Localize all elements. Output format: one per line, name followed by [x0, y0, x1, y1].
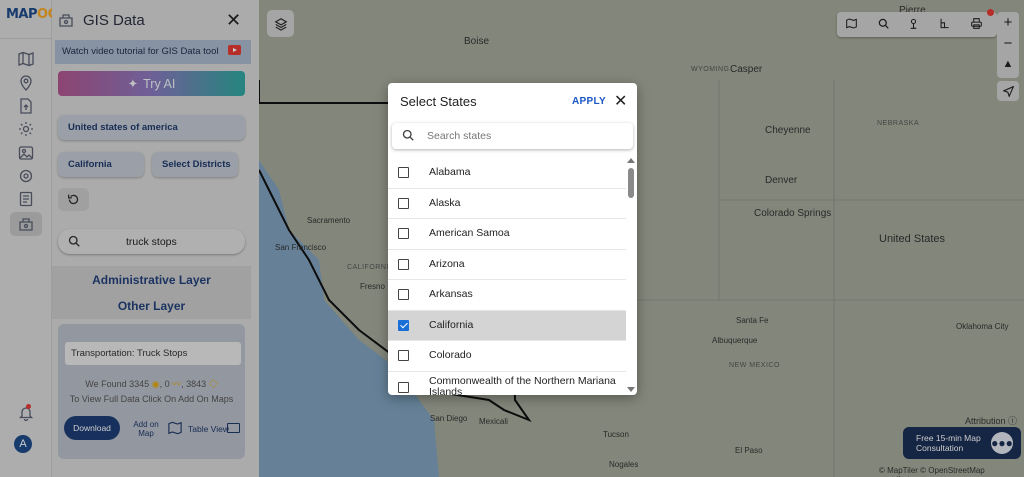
scrollbar-thumb[interactable] — [628, 168, 634, 198]
state-option-selected[interactable]: California — [388, 310, 626, 341]
checkbox[interactable] — [398, 228, 409, 240]
state-list: Alabama Alaska American Samoa Arizona Ar… — [388, 158, 626, 395]
checkbox[interactable] — [398, 258, 409, 270]
state-name: Arizona — [429, 257, 465, 270]
select-states-dialog: Select States APPLY ✕ Search states Alab… — [388, 83, 637, 395]
checkbox[interactable] — [398, 350, 409, 362]
checkbox[interactable] — [398, 381, 409, 393]
dialog-title: Select States — [400, 94, 477, 109]
state-name: Colorado — [429, 349, 472, 362]
scroll-up-arrow[interactable] — [627, 158, 635, 163]
apply-button[interactable]: APPLY — [572, 96, 606, 107]
state-search-input[interactable]: Search states — [392, 123, 633, 149]
close-icon[interactable]: ✕ — [614, 91, 627, 111]
state-search-placeholder: Search states — [427, 130, 492, 142]
state-name: Commonwealth of the Northern Mariana Isl… — [429, 374, 616, 395]
scroll-down-arrow[interactable] — [627, 387, 635, 392]
state-option[interactable]: Alaska — [388, 189, 626, 219]
checkbox[interactable] — [398, 197, 409, 209]
state-name: Alaska — [429, 196, 461, 209]
state-name: Alabama — [429, 166, 471, 179]
state-name: Arkansas — [429, 288, 473, 301]
state-option[interactable]: Alabama — [388, 158, 626, 189]
state-option[interactable]: Arkansas — [388, 280, 626, 311]
state-name: American Samoa — [429, 227, 510, 240]
state-option[interactable]: Commonwealth of the Northern Mariana Isl… — [388, 372, 626, 395]
state-name: California — [429, 318, 474, 331]
search-icon — [402, 129, 414, 144]
state-option[interactable]: American Samoa — [388, 219, 626, 250]
state-option[interactable]: Arizona — [388, 250, 626, 280]
checkbox[interactable] — [398, 289, 409, 301]
checkbox-checked[interactable] — [398, 319, 409, 331]
state-option[interactable]: Colorado — [388, 341, 626, 372]
checkbox[interactable] — [398, 167, 409, 179]
